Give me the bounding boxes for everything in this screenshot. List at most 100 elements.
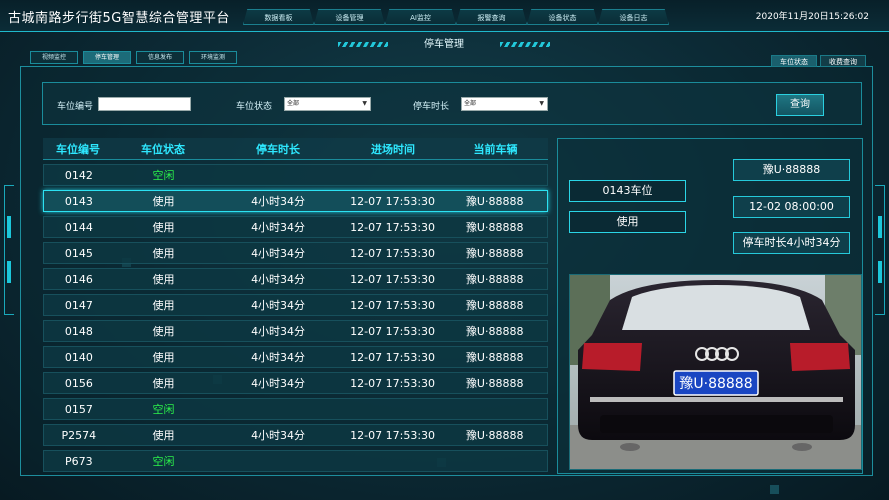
tab-info-publish[interactable]: 信息发布 [136,51,184,64]
title-stripe-decoration [338,42,388,47]
cell-space-status: 使用 [152,221,175,234]
query-button[interactable]: 查询 [776,94,824,116]
filter-bar: 车位编号 车位状态 全部 ▼ 停车时长 全部 ▼ 查询 [42,82,862,125]
cell-entry-time: 12-07 17:53:30 [350,194,436,208]
detail-panel: 0143车位 使用 豫U·88888 12-02 08:00:00 停车时长4小… [557,138,863,474]
cell-entry-time: 12-07 17:53:30 [350,298,436,312]
left-side-decoration [4,185,14,315]
table-row[interactable]: 0145 使用 4小时34分 12-07 17:53:30 豫U·88888 [43,242,548,264]
parking-table: 车位编号 车位状态 停车时长 进场时间 当前车辆 0142 空闲 0143 使用 4小时… [43,138,548,472]
cell-current-vehicle: 豫U·88888 [465,429,524,442]
app-title: 古城南路步行街5G智慧综合管理平台 [8,11,230,26]
table-row[interactable]: 0142 空闲 [43,164,548,186]
header-space-status: 车位状态 [141,142,185,156]
table-body: 0142 空闲 0143 使用 4小时34分 12-07 17:53:30 豫U·88888… [43,164,548,472]
cell-current-vehicle: 豫U·88888 [465,247,524,260]
table-row[interactable]: 0156 使用 4小时34分 12-07 17:53:30 豫U·88888 [43,372,548,394]
table-row[interactable]: 0146 使用 4小时34分 12-07 17:53:30 豫U·88888 [43,268,548,290]
header-space-number: 车位编号 [56,142,100,156]
tab-parking-management[interactable]: 停车管理 [83,51,131,64]
cell-parking-duration: 4小时34分 [251,351,306,364]
cell-current-vehicle: 豫U·88888 [465,273,524,286]
table-row[interactable]: P2574 使用 4小时34分 12-07 17:53:30 豫U·88888 [43,424,548,446]
cell-current-vehicle: 豫U·88888 [465,221,524,234]
tab-environment-monitor[interactable]: 环境监测 [189,51,237,64]
chevron-down-icon: ▼ [362,100,367,107]
cell-space-status: 使用 [152,429,175,442]
cell-parking-duration: 4小时34分 [251,429,306,442]
nav-device-status[interactable]: 设备状态 [527,9,598,25]
table-row[interactable]: 0157 空闲 [43,398,548,420]
cell-space-number: 0147 [64,298,93,312]
cell-current-vehicle: 豫U·88888 [465,195,524,208]
chevron-down-icon: ▼ [539,100,544,107]
detail-duration: 停车时长4小时34分 [733,232,850,254]
cell-parking-duration: 4小时34分 [251,299,306,312]
cell-entry-time: 12-07 17:53:30 [350,376,436,390]
nav-device-management[interactable]: 设备管理 [314,9,385,25]
nav-device-log[interactable]: 设备日志 [598,9,669,25]
cell-parking-duration: 4小时34分 [251,195,306,208]
cell-entry-time: 12-07 17:53:30 [350,350,436,364]
table-row[interactable]: 0140 使用 4小时34分 12-07 17:53:30 豫U·88888 [43,346,548,368]
title-stripe-decoration [500,42,550,47]
cell-parking-duration: 4小时34分 [251,273,306,286]
cell-parking-duration: 4小时34分 [251,377,306,390]
cell-entry-time: 12-07 17:53:30 [350,428,436,442]
detail-space: 0143车位 [569,180,686,202]
tab-video-monitor[interactable]: 视频监控 [30,51,78,64]
nav-dashboard[interactable]: 数据看板 [243,9,314,25]
space-number-label: 车位编号 [57,102,94,112]
space-number-input[interactable] [98,97,191,111]
parking-duration-label: 停车时长 [413,102,450,112]
table-header: 车位编号 车位状态 停车时长 进场时间 当前车辆 [43,138,548,160]
datetime: 2020年11月20日15:26:02 [755,12,869,22]
cell-current-vehicle: 豫U·88888 [465,325,524,338]
cell-entry-time: 12-07 17:53:30 [350,246,436,260]
cell-parking-duration: 4小时34分 [251,325,306,338]
cell-entry-time: 12-07 17:53:30 [350,220,436,234]
cell-space-number: 0148 [64,324,93,338]
parking-duration-select[interactable]: 全部 ▼ [461,97,548,111]
space-status-select[interactable]: 全部 ▼ [284,97,371,111]
cell-space-number: 0146 [64,272,93,286]
cell-space-status: 空闲 [152,403,175,416]
car-rear-image: 豫U·88888 [570,275,861,469]
detail-status: 使用 [569,211,686,233]
table-row[interactable]: 0148 使用 4小时34分 12-07 17:53:30 豫U·88888 [43,320,548,342]
cell-space-number: 0144 [64,220,93,234]
table-row[interactable]: P673 空闲 [43,450,548,472]
cell-space-status: 使用 [152,195,175,208]
page-title: 停车管理 [424,39,464,50]
tab-space-status[interactable]: 车位状态 [771,55,817,67]
nav-ai-monitor[interactable]: AI监控 [385,9,456,25]
header-current-vehicle: 当前车辆 [473,142,518,156]
table-row[interactable]: 0147 使用 4小时34分 12-07 17:53:30 豫U·88888 [43,294,548,316]
cell-space-status: 空闲 [152,455,175,468]
table-row[interactable]: 0144 使用 4小时34分 12-07 17:53:30 豫U·88888 [43,216,548,238]
cell-space-status: 使用 [152,377,175,390]
space-status-value: 全部 [287,100,300,107]
cell-space-number: 0156 [64,376,93,390]
right-side-decoration [875,185,885,315]
cell-parking-duration: 4小时34分 [251,247,306,260]
cell-space-number: P673 [65,454,93,468]
cell-space-number: 0143 [64,194,93,208]
cell-space-status: 使用 [152,247,175,260]
sub-tabs: 视频监控 停车管理 信息发布 环境监测 [30,51,237,64]
table-row[interactable]: 0143 使用 4小时34分 12-07 17:53:30 豫U·88888 [43,190,548,212]
cell-space-number: P2574 [61,428,97,442]
cell-current-vehicle: 豫U·88888 [465,299,524,312]
nav-alarm-query[interactable]: 报警查询 [456,9,527,25]
cell-space-status: 使用 [152,351,175,364]
cell-space-status: 使用 [152,325,175,338]
parking-duration-value: 全部 [464,100,477,107]
detail-plate: 豫U·88888 [733,159,850,181]
decoration-square [770,485,779,494]
header-parking-duration: 停车时长 [256,142,300,156]
cell-entry-time: 12-07 17:53:30 [350,272,436,286]
photo-plate-text: 豫U·88888 [679,376,752,392]
tab-fee-query[interactable]: 收费查询 [820,55,866,67]
cell-current-vehicle: 豫U·88888 [465,351,524,364]
vehicle-photo: 豫U·88888 [569,274,862,470]
